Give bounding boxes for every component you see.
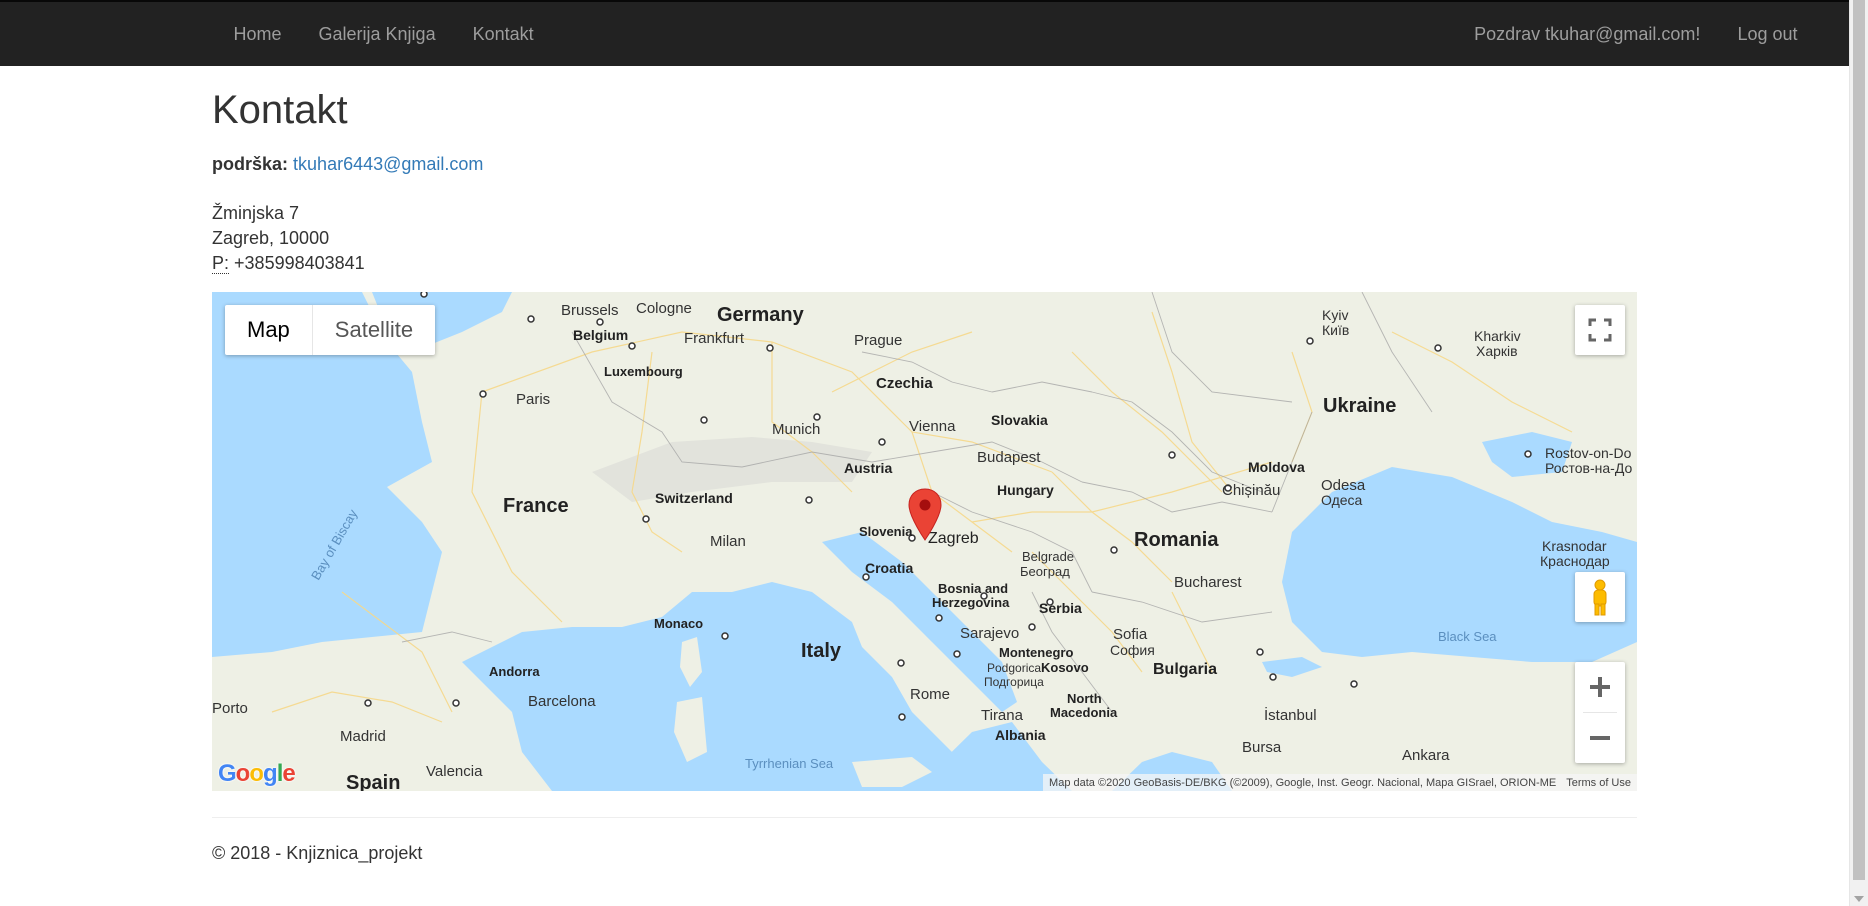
map-attribution-bar: Map data ©2020 GeoBasis-DE/BKG (©2009), … — [1043, 774, 1637, 791]
user-greeting-link[interactable]: Pozdrav tkuhar@gmail.com! — [1456, 2, 1719, 66]
support-label: podrška: — [212, 154, 289, 174]
map-attribution: Map data ©2020 GeoBasis-DE/BKG (©2009), … — [1049, 776, 1557, 789]
address-city: Zagreb, 10000 — [212, 228, 330, 248]
nav-left: Home Galerija Knjiga Kontakt — [215, 2, 552, 66]
plus-icon — [1590, 677, 1610, 697]
google-map[interactable]: Germany Brussels Cologne Belgium Frankfu… — [212, 292, 1637, 791]
phone-line: P: +385998403841 — [212, 251, 1637, 276]
terms-of-use-link[interactable]: Terms of Use — [1566, 777, 1631, 789]
nav-link-home[interactable]: Home — [215, 2, 300, 66]
zoom-out-button[interactable] — [1575, 713, 1625, 763]
main-content: Kontakt podrška: tkuhar6443@gmail.com Žm… — [212, 66, 1637, 276]
pegman-icon — [1593, 579, 1607, 616]
map-type-map-button[interactable]: Map — [225, 305, 312, 355]
top-navbar: Home Galerija Knjiga Kontakt Pozdrav tku… — [0, 0, 1849, 66]
support-email-link[interactable]: tkuhar6443@gmail.com — [293, 154, 483, 174]
phone-number: +385998403841 — [234, 253, 365, 273]
scrollbar-thumb[interactable] — [1853, 0, 1865, 880]
footer-divider — [212, 817, 1637, 818]
address-block: Žminjska 7 Zagreb, 10000 P: +38599840384… — [212, 201, 1637, 276]
fullscreen-button[interactable] — [1575, 305, 1625, 355]
page-title: Kontakt — [212, 88, 348, 132]
page-scrollbar[interactable] — [1849, 0, 1868, 906]
support-line: podrška: tkuhar6443@gmail.com — [212, 151, 1637, 177]
nav-link-galerija[interactable]: Galerija Knjiga — [300, 2, 454, 66]
zoom-in-button[interactable] — [1575, 662, 1625, 712]
phone-label: P: — [212, 253, 230, 274]
map-type-satellite-button[interactable]: Satellite — [313, 305, 435, 355]
map-type-control: Map Satellite — [225, 305, 436, 355]
minus-icon — [1590, 736, 1610, 740]
location-marker-icon[interactable] — [908, 488, 942, 542]
address-street: Žminjska 7 — [212, 203, 300, 223]
nav-link-kontakt[interactable]: Kontakt — [454, 2, 552, 66]
zoom-control — [1575, 662, 1625, 763]
nav-right: Pozdrav tkuhar@gmail.com! Log out — [1456, 2, 1816, 66]
fullscreen-icon — [1588, 318, 1612, 342]
scroll-down-arrow-icon[interactable] — [1854, 896, 1864, 902]
page-footer: © 2018 - Knjiznica_projekt — [212, 843, 423, 863]
google-logo[interactable]: Google — [218, 760, 296, 788]
logout-link[interactable]: Log out — [1719, 2, 1816, 66]
street-view-button[interactable] — [1575, 572, 1625, 622]
